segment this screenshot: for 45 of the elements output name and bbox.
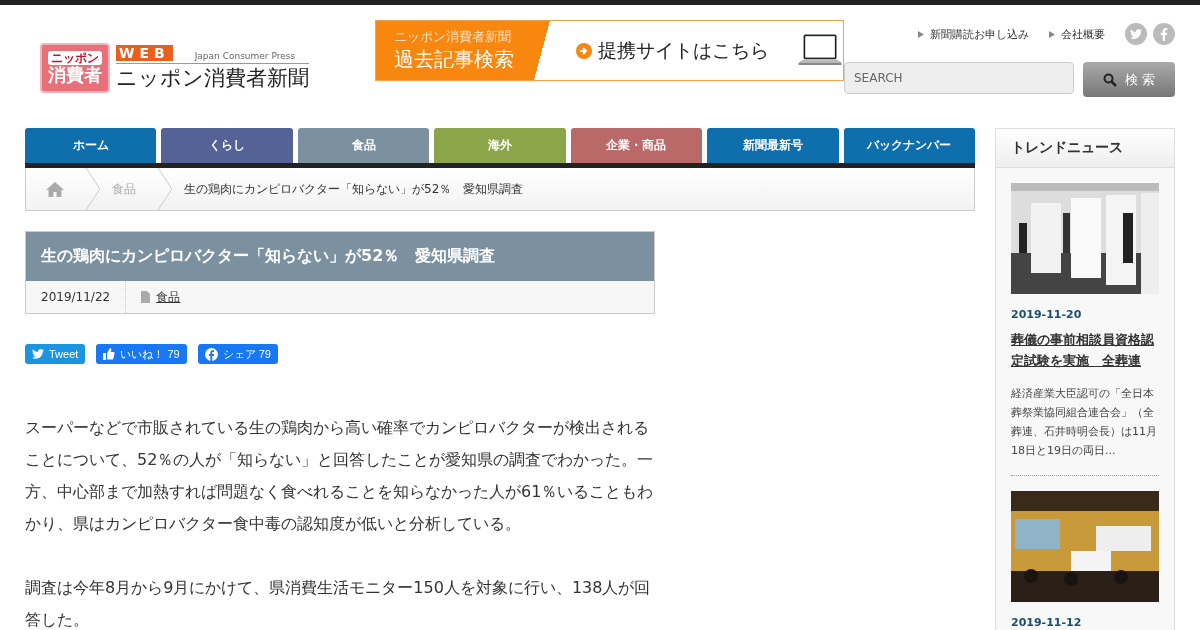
breadcrumb-item[interactable]: 生の鶏肉にカンピロバクター「知らない」が52％ 愛知県調査: [172, 180, 546, 198]
news-date: 2019-11-12: [1011, 616, 1083, 629]
thumbs-up-icon: [103, 348, 116, 360]
nav-tab[interactable]: 海外: [434, 128, 566, 163]
site-name: ニッポン消費者新聞: [116, 64, 309, 92]
search-icon: [1102, 72, 1117, 87]
nav-tab[interactable]: 新聞最新号: [707, 128, 839, 163]
nav-tab[interactable]: 食品: [297, 128, 430, 163]
logo-badge-text: 消費者: [48, 65, 102, 86]
news-title-link[interactable]: 葬儀の事前相談員資格認定試験を実施 全葬連: [1011, 329, 1159, 371]
web-label: WEB: [116, 44, 173, 61]
banner-link[interactable]: 提携サイトはこちら: [575, 21, 769, 80]
twitter-icon[interactable]: [1125, 23, 1147, 45]
header-link[interactable]: 会社概要: [1049, 26, 1105, 42]
header-link[interactable]: 新聞購読お申し込み: [918, 26, 1029, 42]
facebook-icon[interactable]: [1153, 23, 1175, 45]
logo-tagline: Japan Consumer Press: [194, 50, 296, 61]
share-button[interactable]: いいね！ 79: [96, 344, 187, 364]
sidebar-title: トレンドニュース: [996, 129, 1174, 168]
share-button[interactable]: Tweet: [25, 344, 86, 364]
document-icon: [141, 291, 151, 303]
news-date: 2019-11-20: [1011, 308, 1083, 321]
home-icon[interactable]: [46, 181, 64, 197]
article-date: 2019/11/22: [26, 281, 127, 313]
article-paragraph: 調査は今年8月から9月にかけて、県消費生活モニター150人を対象に行い、138人が回答した。: [25, 577, 652, 630]
search-field[interactable]: SEARCH: [844, 62, 1074, 94]
nav-tab[interactable]: バックナンバー: [843, 128, 975, 163]
archive-banner[interactable]: ニッポン消費者新聞 過去記事検索 提携サイトはこちら: [375, 20, 844, 81]
triangle-icon: [1049, 30, 1055, 38]
banner-subtitle: ニッポン消費者新聞: [394, 28, 512, 46]
search-button[interactable]: 検 索: [1083, 62, 1175, 97]
arrow-circle-icon: [575, 42, 592, 59]
banner-title: 過去記事検索: [394, 46, 515, 73]
article-title: 生の鶏肉にカンピロバクター「知らない」が52％ 愛知県調査: [26, 232, 654, 281]
nav-tab[interactable]: ホーム: [25, 128, 157, 163]
share-button[interactable]: シェア 79: [197, 344, 278, 364]
news-excerpt: 経済産業大臣認可の「全日本葬祭業協同組合連合会」（全葬連、石井時明会長）は11月18日と19日の両日...: [1011, 386, 1158, 459]
bird-icon: [32, 349, 44, 359]
triangle-icon: [918, 30, 924, 38]
article-paragraph: スーパーなどで市販されている生の鶏肉から高い確率でカンピロバクターが検出されることについて、52％の人が「知らない」と回答したことが愛知県の調査でわかった。一方、中心部まで加熱すれば問題なく食べれることを知らなかった人が61％いることもわかり、県はカンピロバクター食中毒の認知度が低いと分析している。: [25, 417, 655, 535]
category-link[interactable]: 食品: [141, 288, 181, 306]
logo-badge-label: ニッポン: [48, 50, 102, 66]
nav-tab[interactable]: くらし: [161, 128, 293, 163]
nav-tab[interactable]: 企業・商品: [570, 128, 703, 163]
facebook-icon: [204, 347, 218, 361]
